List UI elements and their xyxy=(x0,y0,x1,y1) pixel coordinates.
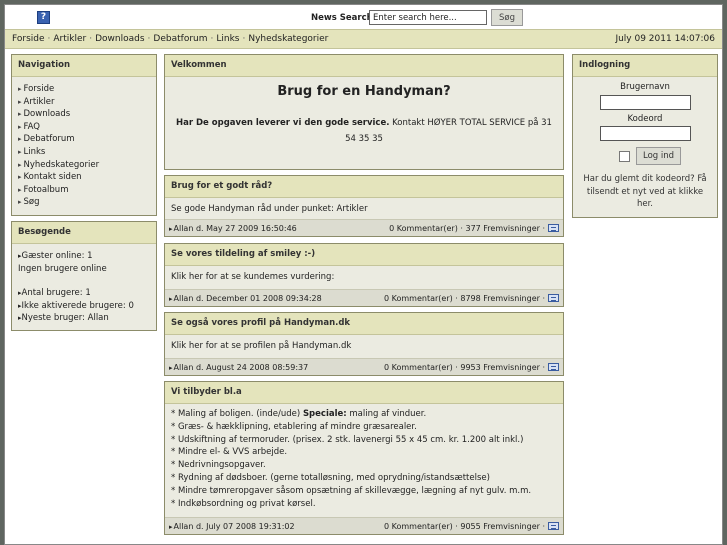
sidebar-item-debatforum[interactable]: Debatforum xyxy=(18,133,150,146)
sidebar-item-downloads[interactable]: Downloads xyxy=(18,108,150,121)
users-online: Ingen brugere online xyxy=(18,263,107,274)
article-title[interactable]: Se vores tildeling af smiley :-) xyxy=(165,244,563,266)
login-button[interactable]: Log ind xyxy=(636,147,681,165)
offers-title[interactable]: Vi tilbyder bl.a xyxy=(165,382,563,404)
article-stats: 0 Kommentar(er) · 9953 Fremvisninger · xyxy=(384,362,559,375)
article-author-date: Allan d. May 27 2009 16:50:46 xyxy=(169,224,297,233)
username-input[interactable] xyxy=(599,94,691,110)
main-nav-links: Forside · Artikler · Downloads · Debatforum · Li… xyxy=(12,34,329,44)
nav-link-artikler[interactable]: Artikler xyxy=(53,34,86,44)
search-label: News Search: xyxy=(311,13,377,23)
navigation-title: Navigation xyxy=(12,55,156,77)
list-item: * Græs- & hækklipning, etablering af min… xyxy=(171,421,417,432)
remember-checkbox[interactable] xyxy=(619,151,630,162)
sidebar-item-fotoalbum[interactable]: Fotoalbum xyxy=(18,184,150,197)
offers-meta: Allan d. July 07 2008 19:31:02 0 Komment… xyxy=(165,517,563,534)
list-item: * Rydning af dødsboer. (gerne totalløsni… xyxy=(171,472,490,483)
welcome-text: Har De opgaven leverer vi den gode servi… xyxy=(176,117,552,144)
list-item: * Udskiftning af termoruder. (prisex. 2 … xyxy=(171,434,524,445)
nav-link-nyhedskategorier[interactable]: Nyhedskategorier xyxy=(248,34,328,44)
nav-link-debatforum[interactable]: Debatforum xyxy=(153,34,207,44)
navigation-list: Forside Artikler Downloads FAQ Debatforu… xyxy=(18,83,150,209)
article-panel: Se også vores profil på Handyman.dk Klik… xyxy=(164,312,564,376)
nav-link-forside[interactable]: Forside xyxy=(12,34,45,44)
article-meta: Allan d. August 24 2008 08:59:37 0 Komme… xyxy=(165,358,563,375)
list-item: * Mindre tømreropgaver såsom opsætning a… xyxy=(171,485,532,496)
sidebar-item-kontakt[interactable]: Kontakt siden xyxy=(18,171,150,184)
top-bar: ? News Search: Søg xyxy=(5,5,722,29)
article-stats: 0 Kommentar(er) · 377 Fremvisninger · xyxy=(389,223,559,236)
visitors-panel: Besøgende ▸Gæster online: 1 Ingen bruger… xyxy=(11,221,157,331)
printer-icon[interactable] xyxy=(548,363,559,371)
welcome-header: Velkommen xyxy=(165,55,563,77)
password-label: Kodeord xyxy=(627,113,663,124)
article-author-date: Allan d. August 24 2008 08:59:37 xyxy=(169,363,308,372)
welcome-panel: Velkommen Brug for en Handyman? Har De o… xyxy=(164,54,564,170)
inactive-users: ▸Ikke aktiverede brugere: 0 xyxy=(18,300,134,311)
list-item: * Nedrivningsopgaver. xyxy=(171,460,266,471)
article-stats: 0 Kommentar(er) · 8798 Fremvisninger · xyxy=(384,293,559,306)
printer-icon[interactable] xyxy=(548,522,559,530)
member-count: ▸Antal brugere: 1 xyxy=(18,288,91,299)
article-body: Klik her for at se kundemes vurdering: xyxy=(171,272,335,282)
sidebar-item-sog[interactable]: Søg xyxy=(18,196,150,209)
password-input[interactable] xyxy=(599,126,691,141)
offers-panel: Vi tilbyder bl.a * Maling af boligen. (i… xyxy=(164,381,564,535)
article-body: Se gode Handyman råd under punket: Artik… xyxy=(171,204,368,214)
guests-online: ▸Gæster online: 1 xyxy=(18,251,93,261)
search-button[interactable]: Søg xyxy=(491,9,523,26)
main-nav: Forside · Artikler · Downloads · Debatforum · Li… xyxy=(5,29,722,49)
article-panel: Brug for et godt råd? Se gode Handyman r… xyxy=(164,175,564,237)
page-frame: ? News Search: Søg Forside·Artikler·Down… xyxy=(4,4,723,545)
sidebar-item-faq[interactable]: FAQ xyxy=(18,121,150,134)
sidebar-item-forside[interactable]: Forside xyxy=(18,83,150,96)
current-datetime: July 09 2011 14:07:06 xyxy=(615,34,715,44)
forgot-password-link[interactable]: Har du glemt dit kodeord? Få tilsendt et… xyxy=(579,173,711,211)
list-item: * Mindre el- & VVS arbejde. xyxy=(171,447,288,458)
printer-icon[interactable] xyxy=(548,294,559,302)
article-author-date: Allan d. July 07 2008 19:31:02 xyxy=(169,522,295,531)
visitors-title: Besøgende xyxy=(12,222,156,244)
sidebar-item-links[interactable]: Links xyxy=(18,146,150,159)
help-icon[interactable]: ? xyxy=(37,11,50,24)
offers-list: * Maling af boligen. (inde/ude) Speciale… xyxy=(171,408,557,510)
nav-link-links[interactable]: Links xyxy=(216,34,239,44)
newest-user[interactable]: ▸Nyeste bruger: Allan xyxy=(18,312,150,325)
article-meta: Allan d. December 01 2008 09:34:28 0 Kom… xyxy=(165,289,563,306)
article-stats: 0 Kommentar(er) · 9055 Fremvisninger · xyxy=(384,521,559,534)
article-panel: Se vores tildeling af smiley :-) Klik he… xyxy=(164,243,564,307)
login-title: Indlogning xyxy=(573,55,717,77)
login-panel: Indlogning Brugernavn Kodeord Log ind Ha… xyxy=(572,54,718,218)
printer-icon[interactable] xyxy=(548,224,559,232)
list-item: * Maling af boligen. (inde/ude) Speciale… xyxy=(171,409,427,419)
article-meta: Allan d. May 27 2009 16:50:46 0 Kommenta… xyxy=(165,219,563,236)
article-body: Klik her for at se profilen på Handyman.… xyxy=(171,341,352,351)
article-title[interactable]: Brug for et godt råd? xyxy=(165,176,563,198)
sidebar-item-nyhedskategorier[interactable]: Nyhedskategorier xyxy=(18,159,150,172)
search-input[interactable] xyxy=(369,10,487,25)
welcome-title: Brug for en Handyman? xyxy=(277,84,451,99)
navigation-panel: Navigation Forside Artikler Downloads FA… xyxy=(11,54,157,216)
article-title[interactable]: Se også vores profil på Handyman.dk xyxy=(165,313,563,335)
sidebar-item-artikler[interactable]: Artikler xyxy=(18,96,150,109)
nav-link-downloads[interactable]: Downloads xyxy=(95,34,144,44)
article-author-date: Allan d. December 01 2008 09:34:28 xyxy=(169,294,322,303)
list-item: * Indkøbsordning og privat kørsel. xyxy=(171,498,316,509)
username-label: Brugernavn xyxy=(620,82,670,92)
